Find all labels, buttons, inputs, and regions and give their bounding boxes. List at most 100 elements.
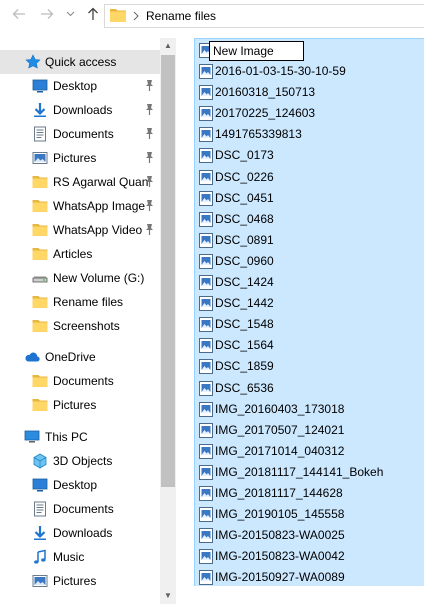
file-name: IMG_20170507_124021 bbox=[215, 422, 345, 437]
file-name: 20170225_124603 bbox=[215, 106, 316, 121]
pictures-icon bbox=[32, 575, 48, 587]
file-row[interactable]: DSC_1859 bbox=[195, 356, 424, 378]
file-row[interactable]: 20160318_150713 bbox=[195, 82, 424, 104]
rename-input[interactable] bbox=[210, 42, 303, 60]
image-file-icon bbox=[199, 275, 213, 290]
nav-item-pictures[interactable]: Pictures bbox=[0, 569, 160, 593]
3d-objects-icon bbox=[33, 453, 47, 469]
nav-item-pictures[interactable]: Pictures bbox=[0, 393, 160, 417]
image-file-icon bbox=[199, 401, 213, 417]
nav-item-documents[interactable]: Documents bbox=[0, 122, 160, 146]
nav-this-pc[interactable]: This PC bbox=[0, 425, 160, 449]
nav-item-documents[interactable]: Documents bbox=[0, 369, 160, 393]
nav-label: Pictures bbox=[53, 151, 97, 165]
nav-item-desktop[interactable]: Desktop bbox=[0, 473, 160, 497]
nav-label: Pictures bbox=[53, 574, 97, 588]
pin-icon[interactable] bbox=[144, 103, 155, 116]
arrow-left-icon bbox=[12, 9, 25, 19]
pin-icon[interactable] bbox=[144, 223, 155, 236]
file-row[interactable]: DSC_1564 bbox=[195, 335, 424, 357]
nav-item-rename-files[interactable]: Rename files bbox=[0, 290, 160, 314]
nav-item-3d-objects[interactable]: 3D Objects bbox=[0, 449, 160, 473]
nav-item-desktop[interactable]: Desktop bbox=[0, 74, 160, 98]
nav-item-downloads[interactable]: Downloads bbox=[0, 98, 160, 122]
scroll-up-arrow[interactable]: ▲ bbox=[160, 38, 176, 54]
image-file-icon bbox=[199, 528, 213, 544]
recent-locations-button[interactable] bbox=[66, 8, 75, 24]
pin-icon[interactable] bbox=[144, 199, 155, 212]
chevron-down-icon bbox=[66, 11, 75, 17]
file-row[interactable]: IMG_20171014_040312 bbox=[195, 441, 424, 463]
image-file-icon bbox=[199, 190, 213, 206]
file-row[interactable]: IMG_20181117_144141_Bokeh bbox=[195, 462, 424, 484]
forward-button[interactable] bbox=[38, 7, 56, 25]
file-row[interactable]: DSC_6536 bbox=[195, 378, 424, 400]
nav-quick-access[interactable]: Quick access bbox=[0, 50, 160, 74]
file-row[interactable]: DSC_0960 bbox=[195, 251, 424, 273]
arrow-up-icon bbox=[88, 7, 98, 20]
nav-label: WhatsApp Image bbox=[53, 199, 146, 213]
nav-item-rs-agarwal-quan[interactable]: RS Agarwal Quan bbox=[0, 170, 160, 194]
scroll-thumb[interactable] bbox=[161, 55, 175, 487]
rename-box[interactable] bbox=[209, 41, 304, 61]
back-button[interactable] bbox=[10, 7, 28, 25]
empty-area bbox=[176, 586, 424, 604]
file-row[interactable]: DSC_0451 bbox=[195, 188, 424, 210]
nav-item-screenshots[interactable]: Screenshots bbox=[0, 314, 160, 338]
file-row[interactable]: 2016-01-03-15-30-10-59 bbox=[195, 61, 424, 83]
nav-item-documents[interactable]: Documents bbox=[0, 497, 160, 521]
file-row[interactable]: IMG-20150823-WA0042 bbox=[195, 546, 424, 568]
file-row[interactable]: IMG-20150823-WA0025 bbox=[195, 525, 424, 547]
image-file-icon bbox=[199, 486, 213, 501]
file-row[interactable]: DSC_1442 bbox=[195, 293, 424, 315]
address-box[interactable]: Rename files bbox=[104, 4, 424, 28]
desktop-icon bbox=[32, 79, 48, 93]
scroll-down-arrow[interactable]: ▼ bbox=[160, 588, 176, 604]
nav-item-articles[interactable]: Articles bbox=[0, 242, 160, 266]
file-row[interactable]: 20170225_124603 bbox=[195, 103, 424, 125]
image-file-icon bbox=[199, 317, 213, 333]
file-row[interactable]: 1491765339813 bbox=[195, 124, 424, 146]
nav-item-music[interactable]: Music bbox=[0, 545, 160, 569]
nav-label: WhatsApp Video bbox=[53, 223, 143, 237]
music-icon bbox=[34, 549, 46, 564]
navigation-pane: Quick access Desktop Downloads Documents Pi… bbox=[0, 38, 160, 604]
file-name: IMG_20171014_040312 bbox=[215, 443, 345, 458]
nav-item-downloads[interactable]: Downloads bbox=[0, 521, 160, 545]
file-row[interactable]: DSC_0891 bbox=[195, 230, 424, 252]
pin-icon[interactable] bbox=[144, 175, 155, 188]
nav-label: Music bbox=[53, 550, 85, 564]
file-name: 20160318_150713 bbox=[215, 85, 316, 100]
file-name: DSC_1564 bbox=[215, 338, 274, 353]
folder-icon bbox=[32, 296, 48, 308]
file-row[interactable]: IMG_20170507_124021 bbox=[195, 420, 424, 442]
nav-onedrive[interactable]: OneDrive bbox=[0, 345, 160, 369]
file-row[interactable]: DSC_0226 bbox=[195, 167, 424, 189]
file-row[interactable]: IMG_20190105_145558 bbox=[195, 504, 424, 526]
pin-icon[interactable] bbox=[144, 127, 155, 140]
address-path[interactable]: Rename files bbox=[146, 9, 216, 23]
folder-icon bbox=[32, 176, 48, 188]
file-row[interactable]: IMG_20160403_173018 bbox=[195, 399, 424, 421]
pin-icon[interactable] bbox=[144, 151, 155, 164]
file-row[interactable]: DSC_0468 bbox=[195, 209, 424, 231]
file-name: DSC_1442 bbox=[215, 296, 274, 311]
nav-item-whatsapp-image[interactable]: WhatsApp Image bbox=[0, 194, 160, 218]
file-row[interactable]: IMG_20181117_144628 bbox=[195, 483, 424, 505]
up-button[interactable] bbox=[84, 7, 102, 25]
nav-scrollbar[interactable]: ▲ ▼ bbox=[160, 38, 176, 604]
file-row-renaming[interactable] bbox=[195, 40, 424, 62]
image-file-icon bbox=[199, 169, 213, 185]
pin-icon[interactable] bbox=[144, 79, 155, 92]
nav-item-new-volume-g[interactable]: New Volume (G:) bbox=[0, 266, 160, 290]
file-name: 1491765339813 bbox=[215, 127, 302, 142]
nav-label: Desktop bbox=[53, 79, 98, 93]
file-row[interactable]: DSC_0173 bbox=[195, 145, 424, 167]
nav-label: Desktop bbox=[53, 478, 98, 492]
nav-item-pictures[interactable]: Pictures bbox=[0, 146, 160, 170]
file-row[interactable]: DSC_1548 bbox=[195, 314, 424, 336]
image-file-icon bbox=[199, 232, 213, 248]
nav-item-whatsapp-video[interactable]: WhatsApp Video bbox=[0, 218, 160, 242]
nav-label: This PC bbox=[45, 430, 88, 444]
file-row[interactable]: DSC_1424 bbox=[195, 272, 424, 294]
